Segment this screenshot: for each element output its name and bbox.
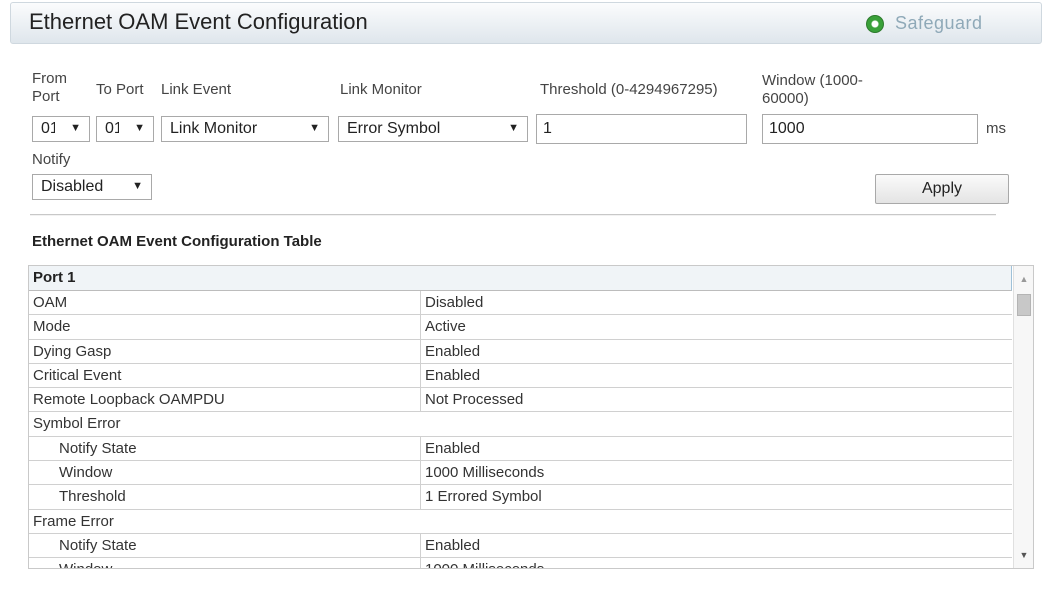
window-input[interactable]: 1000 — [762, 114, 978, 144]
row-label: Notify State — [29, 533, 421, 558]
window-label: Window (1000-60000) — [762, 72, 863, 107]
chevron-down-icon: ▼ — [70, 122, 81, 134]
row-value: Enabled — [425, 342, 481, 360]
threshold-label: Threshold (0-4294967295) — [540, 81, 718, 98]
row-value: Enabled — [425, 439, 481, 457]
table-header-port: Port 1 — [29, 266, 1012, 291]
event-config-table: Port 1 OAM Disabled Mode Active Dying Ga… — [28, 265, 1034, 569]
from-port-value: 01 — [41, 120, 55, 137]
row-label: Dying Gasp — [29, 339, 421, 363]
row-value — [421, 510, 1012, 533]
scroll-up-icon[interactable]: ▲ — [1014, 270, 1033, 288]
row-value: 1 Errored Symbol — [425, 488, 542, 506]
table-row: Window 1000 Milliseconds — [29, 558, 1012, 568]
row-label: OAM — [29, 291, 421, 315]
apply-button[interactable]: Apply — [875, 174, 1009, 204]
title-bar: Ethernet OAM Event Configuration Safegua… — [10, 2, 1042, 44]
row-value: Enabled — [425, 536, 481, 554]
row-label: Window — [29, 461, 421, 485]
row-value — [421, 412, 1012, 435]
scroll-down-icon[interactable]: ▼ — [1014, 546, 1033, 564]
window-unit-label: ms — [986, 120, 1006, 137]
row-label: Window — [29, 558, 421, 568]
row-value: 1000 Milliseconds — [425, 464, 545, 482]
safeguard-indicator: Safeguard — [866, 13, 983, 34]
from-port-label: From Port — [32, 70, 67, 105]
row-label: Remote Loopback OAMPDU — [29, 388, 421, 412]
row-label: Notify State — [29, 436, 421, 461]
link-monitor-label: Link Monitor — [340, 81, 422, 98]
row-label: Mode — [29, 315, 421, 339]
to-port-value: 01 — [105, 120, 119, 137]
page-title: Ethernet OAM Event Configuration — [29, 9, 368, 34]
link-monitor-select[interactable]: Error Symbol ▼ — [338, 116, 528, 142]
chevron-down-icon: ▼ — [309, 122, 320, 134]
table-row: Dying Gasp Enabled — [29, 339, 1012, 364]
chevron-down-icon: ▼ — [132, 180, 143, 192]
table-section-row: Frame Error — [29, 510, 1012, 534]
notify-label: Notify — [32, 151, 71, 168]
chevron-down-icon: ▼ — [134, 122, 145, 134]
scrollbar-thumb[interactable] — [1017, 294, 1031, 316]
row-value: Not Processed — [425, 391, 524, 409]
row-value: 1000 Milliseconds — [421, 558, 1012, 568]
table-row: Remote Loopback OAMPDU Not Processed — [29, 388, 1012, 413]
link-event-select[interactable]: Link Monitor ▼ — [161, 116, 329, 142]
table-section-row: Symbol Error — [29, 412, 1012, 437]
safeguard-label: Safeguard — [895, 13, 983, 33]
row-value: Disabled — [425, 294, 484, 311]
from-port-select[interactable]: 01 ▼ — [32, 116, 90, 142]
link-event-label: Link Event — [161, 81, 232, 98]
table-row: Threshold 1 Errored Symbol — [29, 485, 1012, 510]
row-label: Threshold — [29, 485, 421, 509]
row-value: Enabled — [425, 366, 481, 384]
table-row: Mode Active — [29, 315, 1012, 340]
notify-value: Disabled — [41, 178, 104, 195]
row-value: Active — [425, 318, 466, 336]
link-event-value: Link Monitor — [170, 120, 258, 137]
table-row: Notify State Enabled — [29, 436, 1012, 462]
row-label: Critical Event — [29, 363, 421, 388]
table-title: Ethernet OAM Event Configuration Table — [32, 233, 322, 250]
link-monitor-value: Error Symbol — [347, 120, 441, 137]
table-row: OAM Disabled — [29, 291, 1012, 316]
threshold-input[interactable]: 1 — [536, 114, 747, 144]
section-divider — [30, 214, 996, 216]
section-label: Symbol Error — [33, 415, 121, 433]
notify-select[interactable]: Disabled ▼ — [32, 174, 152, 200]
to-port-label: To Port — [96, 81, 144, 98]
chevron-down-icon: ▼ — [508, 122, 519, 134]
table-row: Window 1000 Milliseconds — [29, 461, 1012, 486]
safeguard-status-icon — [866, 14, 884, 33]
table-row: Critical Event Enabled — [29, 363, 1012, 389]
table-scrollbar[interactable]: ▲ ▼ — [1013, 266, 1033, 568]
table-row: Notify State Enabled — [29, 533, 1012, 559]
section-label: Frame Error — [33, 512, 114, 530]
to-port-select[interactable]: 01 ▼ — [96, 116, 154, 142]
